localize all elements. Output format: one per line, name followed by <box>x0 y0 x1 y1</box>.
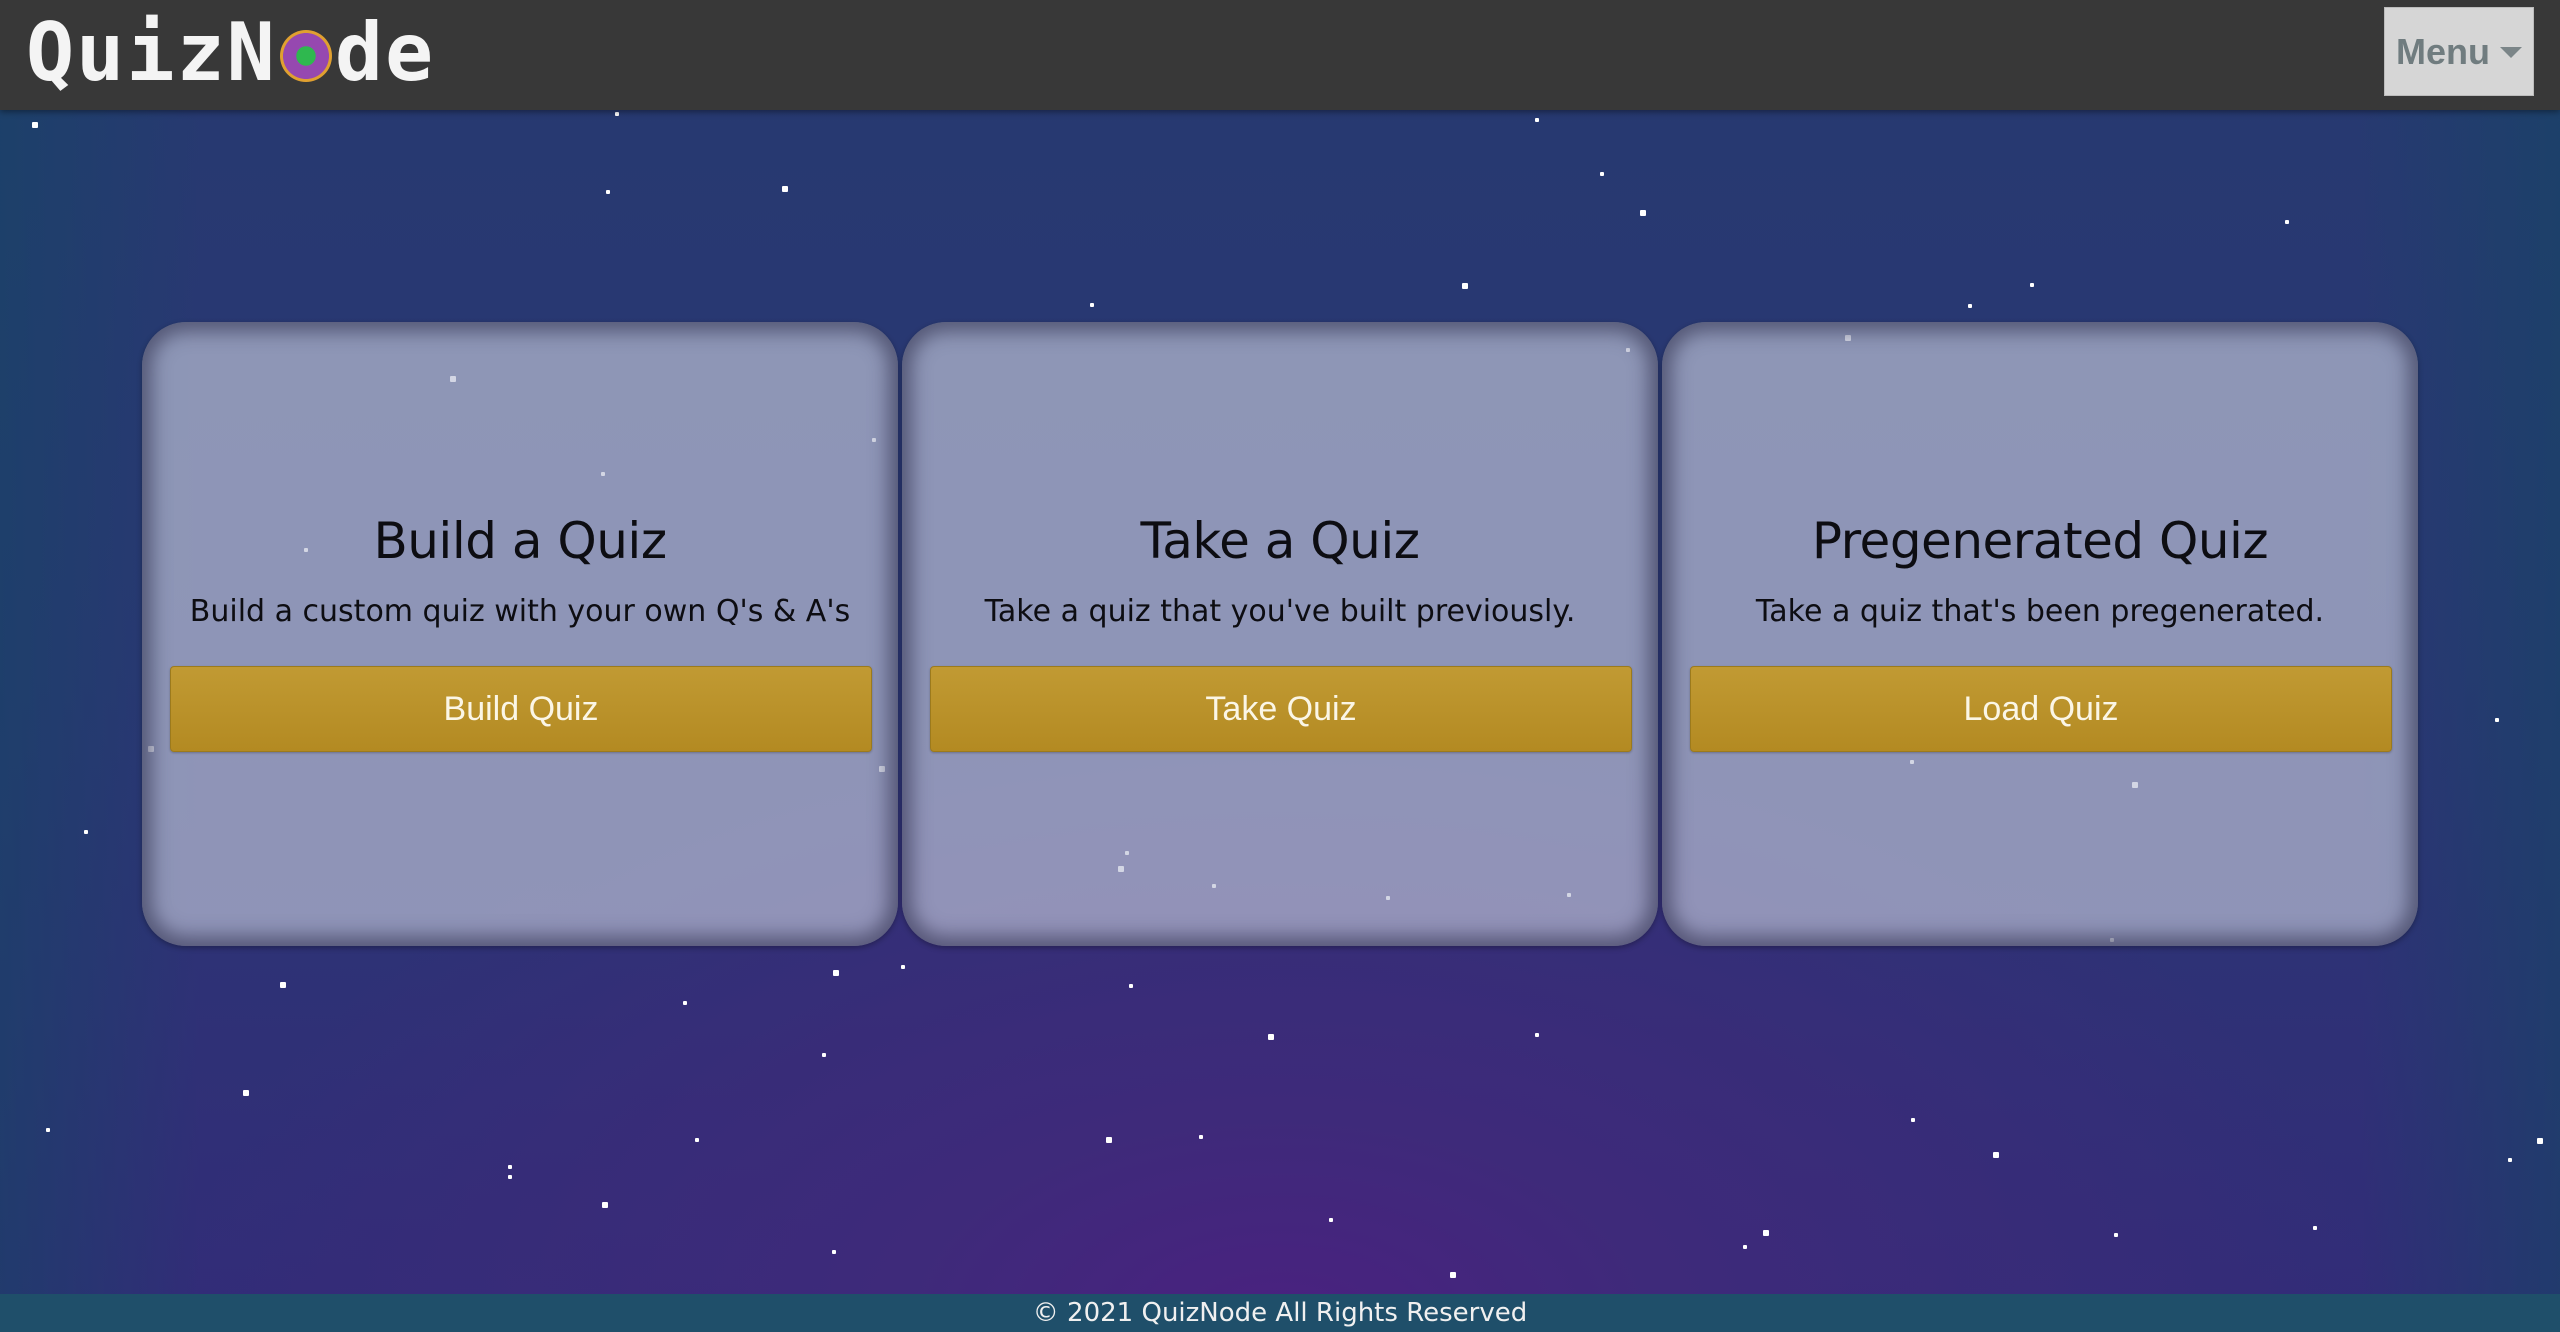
star <box>1106 1137 1112 1143</box>
footer: © 2021 QuizNode All Rights Reserved <box>0 1294 2560 1332</box>
star <box>615 112 619 116</box>
star <box>901 965 905 969</box>
star <box>84 830 88 834</box>
star <box>1129 984 1133 988</box>
brand-text-prefix: QuizN <box>26 5 277 99</box>
star <box>1640 210 1646 216</box>
star <box>1450 1272 1456 1278</box>
star <box>1462 283 1468 289</box>
star <box>832 1250 836 1254</box>
star <box>1968 304 1972 308</box>
menu-button[interactable]: Menu <box>2384 7 2534 96</box>
star <box>1199 1135 1203 1139</box>
build-quiz-card: Build a Quiz Build a custom quiz with yo… <box>142 322 898 946</box>
star <box>2285 220 2289 224</box>
star <box>2030 283 2034 287</box>
star <box>2313 1226 2317 1230</box>
brand-text-suffix: de <box>334 5 436 99</box>
card-title: Build a Quiz <box>373 512 667 570</box>
load-quiz-button[interactable]: Load Quiz <box>1690 666 2392 752</box>
card-description: Take a quiz that's been pregenerated. <box>1755 594 2325 629</box>
star <box>2114 1233 2118 1237</box>
star <box>822 1053 826 1057</box>
star <box>46 1128 50 1132</box>
star <box>683 1001 687 1005</box>
star <box>1535 1033 1539 1037</box>
star <box>2495 718 2499 722</box>
star <box>1268 1034 1274 1040</box>
star <box>1993 1152 1999 1158</box>
star <box>602 1202 608 1208</box>
star <box>1600 172 1604 176</box>
star <box>833 970 839 976</box>
star <box>1743 1245 1747 1249</box>
pregenerated-quiz-card: Pregenerated Quiz Take a quiz that's bee… <box>1662 322 2418 946</box>
logo-circle-icon <box>279 30 332 82</box>
card-description: Take a quiz that you've built previously… <box>984 594 1576 629</box>
star <box>243 1090 249 1096</box>
navbar: QuizN de Menu <box>0 0 2560 110</box>
star <box>508 1165 512 1169</box>
star <box>508 1175 512 1179</box>
star <box>1911 1118 1915 1122</box>
star <box>782 186 788 192</box>
menu-button-label: Menu <box>2396 30 2490 72</box>
brand-logo[interactable]: QuizN de <box>26 4 435 100</box>
star <box>1535 118 1539 122</box>
card-title: Pregenerated Quiz <box>1811 512 2269 570</box>
star <box>1329 1218 1333 1222</box>
star <box>695 1138 699 1142</box>
take-quiz-button[interactable]: Take Quiz <box>930 666 1632 752</box>
star <box>280 982 286 988</box>
star <box>2537 1138 2543 1144</box>
take-quiz-card: Take a Quiz Take a quiz that you've buil… <box>902 322 1658 946</box>
card-description: Build a custom quiz with your own Q's & … <box>189 594 851 629</box>
star <box>606 190 610 194</box>
star <box>2508 1158 2512 1162</box>
caret-down-icon <box>2500 47 2522 58</box>
card-title: Take a Quiz <box>1140 512 1420 570</box>
build-quiz-button[interactable]: Build Quiz <box>170 666 872 752</box>
star <box>32 122 38 128</box>
star <box>1090 303 1094 307</box>
star <box>1763 1230 1769 1236</box>
footer-copyright: © 2021 QuizNode All Rights Reserved <box>1032 1298 1528 1328</box>
